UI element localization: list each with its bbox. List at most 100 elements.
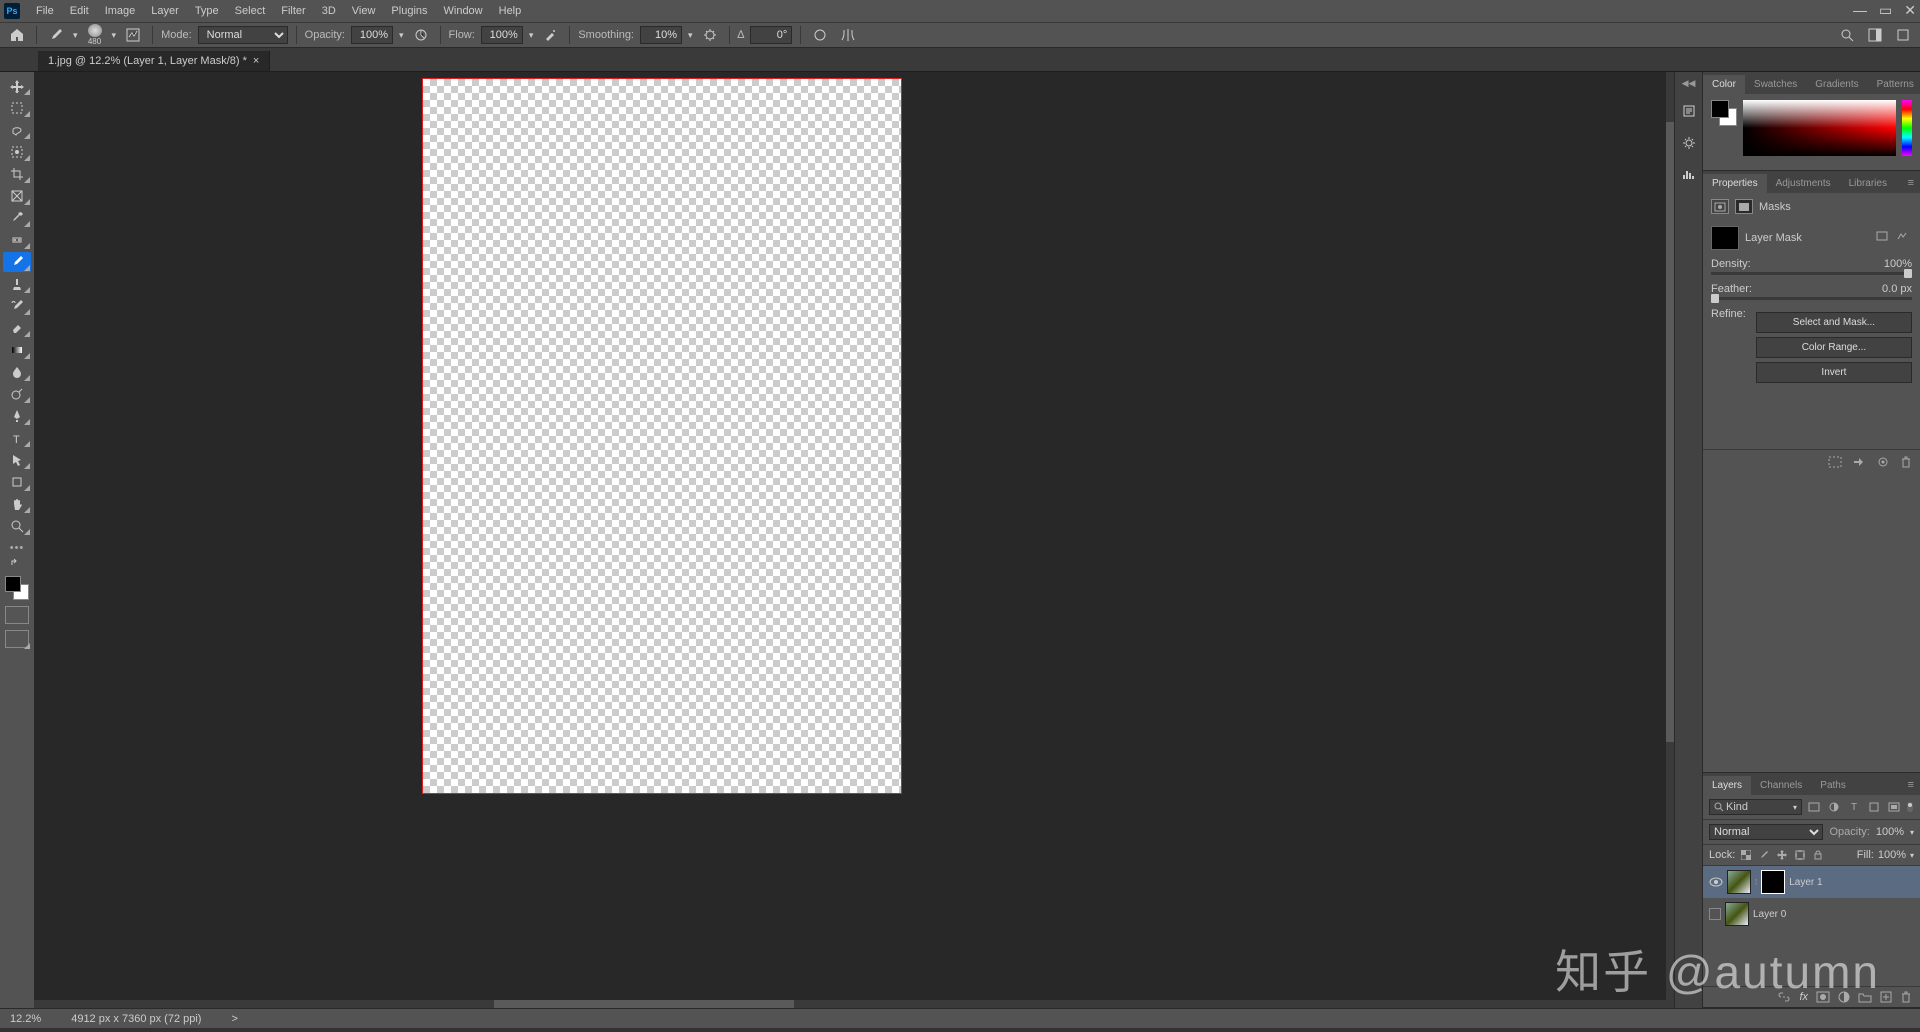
search-icon[interactable] [1836, 24, 1858, 46]
pixel-mask-icon[interactable] [1711, 199, 1729, 214]
tab-patterns[interactable]: Patterns [1868, 75, 1920, 94]
filter-smart-icon[interactable] [1886, 799, 1902, 815]
menu-view[interactable]: View [344, 0, 384, 22]
tab-adjustments[interactable]: Adjustments [1767, 174, 1840, 193]
filter-type-icon[interactable]: T [1846, 799, 1862, 815]
mask-thumbnail[interactable] [1711, 226, 1739, 250]
brush-panel-icon[interactable] [122, 24, 144, 46]
marquee-tool[interactable] [3, 98, 31, 118]
smoothing-settings-icon[interactable] [699, 24, 721, 46]
menu-type[interactable]: Type [187, 0, 227, 22]
layer-mask-thumbnail[interactable] [1761, 870, 1785, 894]
clone-stamp-tool[interactable] [3, 274, 31, 294]
lock-transparency-icon[interactable] [1739, 848, 1753, 862]
share-icon[interactable] [1892, 24, 1914, 46]
history-panel-icon[interactable] [1679, 101, 1699, 121]
status-chevron-icon[interactable]: > [231, 1013, 237, 1025]
brightness-panel-icon[interactable] [1679, 133, 1699, 153]
menu-filter[interactable]: Filter [273, 0, 313, 22]
tab-swatches[interactable]: Swatches [1745, 75, 1806, 94]
menu-3d[interactable]: 3D [314, 0, 344, 22]
layer-mask-icon[interactable] [1816, 991, 1830, 1003]
hand-tool[interactable] [3, 494, 31, 514]
group-icon[interactable] [1858, 991, 1872, 1003]
angle-input[interactable] [750, 26, 792, 44]
healing-tool[interactable] [3, 230, 31, 250]
adjustment-layer-icon[interactable] [1838, 991, 1850, 1003]
home-icon[interactable] [6, 24, 28, 46]
document-tab[interactable]: 1.jpg @ 12.2% (Layer 1, Layer Mask/8) * … [38, 51, 270, 71]
shape-tool[interactable] [3, 472, 31, 492]
layer-name[interactable]: Layer 0 [1753, 909, 1786, 920]
layer-row[interactable]: ⁞ Layer 1 [1703, 866, 1920, 898]
filter-pixel-icon[interactable] [1806, 799, 1822, 815]
menu-layer[interactable]: Layer [143, 0, 187, 22]
tab-properties[interactable]: Properties [1703, 174, 1767, 193]
add-pixel-mask-icon[interactable] [1876, 231, 1892, 245]
dodge-tool[interactable] [3, 384, 31, 404]
fill-value[interactable]: 100% [1878, 849, 1906, 861]
canvas-area[interactable] [34, 72, 1674, 1008]
pen-tool[interactable] [3, 406, 31, 426]
panel-menu-icon[interactable]: ≡ [1902, 173, 1920, 193]
edit-toolbar-icon[interactable]: ••• [10, 542, 25, 554]
history-brush-tool[interactable] [3, 296, 31, 316]
move-tool[interactable] [3, 76, 31, 96]
lock-artboard-icon[interactable] [1793, 848, 1807, 862]
add-vector-mask-icon[interactable] [1896, 231, 1912, 245]
vector-mask-icon[interactable] [1735, 199, 1753, 214]
lasso-tool[interactable] [3, 120, 31, 140]
delete-mask-icon[interactable] [1900, 456, 1912, 468]
horizontal-scrollbar[interactable] [34, 1000, 1674, 1008]
filter-toggle-icon[interactable] [1906, 799, 1914, 815]
screen-mode-icon[interactable] [5, 630, 29, 648]
layer-opacity-value[interactable]: 100% [1876, 826, 1904, 838]
layer-row[interactable]: Layer 0 [1703, 898, 1920, 930]
layer-filter-kind[interactable]: Kind▾ [1709, 799, 1802, 815]
pressure-opacity-icon[interactable] [410, 24, 432, 46]
layer-style-icon[interactable]: fx [1799, 991, 1808, 1003]
maximize-icon[interactable]: ▭ [1879, 2, 1892, 19]
path-select-tool[interactable] [3, 450, 31, 470]
airbrush-icon[interactable] [539, 24, 561, 46]
chevron-down-icon[interactable]: ▾ [529, 30, 534, 41]
quick-select-tool[interactable] [3, 142, 31, 162]
zoom-tool[interactable] [3, 516, 31, 536]
new-layer-icon[interactable] [1880, 991, 1892, 1003]
smoothing-input[interactable] [640, 26, 682, 44]
layer-thumbnail[interactable] [1725, 902, 1749, 926]
panel-menu-icon[interactable]: ≡ [1902, 775, 1920, 795]
tab-channels[interactable]: Channels [1751, 776, 1811, 795]
density-slider[interactable] [1711, 272, 1912, 275]
color-range-button[interactable]: Color Range... [1756, 337, 1912, 358]
tab-gradients[interactable]: Gradients [1806, 75, 1867, 94]
quick-mask-icon[interactable] [5, 606, 29, 624]
filter-adjust-icon[interactable] [1826, 799, 1842, 815]
eraser-tool[interactable] [3, 318, 31, 338]
crop-tool[interactable] [3, 164, 31, 184]
color-field[interactable] [1743, 100, 1896, 156]
hue-slider[interactable] [1902, 100, 1912, 156]
tab-paths[interactable]: Paths [1811, 776, 1855, 795]
blur-tool[interactable] [3, 362, 31, 382]
symmetry-icon[interactable] [837, 24, 859, 46]
chevron-down-icon[interactable]: ▾ [1910, 828, 1914, 837]
eyedropper-tool[interactable] [3, 208, 31, 228]
apply-mask-icon[interactable] [1852, 456, 1866, 468]
menu-select[interactable]: Select [227, 0, 274, 22]
brush-tool-icon[interactable] [45, 24, 67, 46]
delete-layer-icon[interactable] [1900, 991, 1912, 1003]
menu-image[interactable]: Image [97, 0, 144, 22]
chevron-down-icon[interactable]: ▾ [688, 30, 693, 41]
lock-all-icon[interactable] [1811, 848, 1825, 862]
layer-name[interactable]: Layer 1 [1789, 877, 1822, 888]
disable-mask-icon[interactable] [1876, 456, 1890, 468]
workspace-icon[interactable] [1864, 24, 1886, 46]
type-tool[interactable]: T [3, 428, 31, 448]
zoom-level[interactable]: 12.2% [10, 1013, 41, 1025]
color-fg-bg[interactable] [1711, 100, 1737, 126]
tab-libraries[interactable]: Libraries [1840, 174, 1896, 193]
menu-edit[interactable]: Edit [62, 0, 97, 22]
feather-slider[interactable] [1711, 297, 1912, 300]
select-and-mask-button[interactable]: Select and Mask... [1756, 312, 1912, 333]
